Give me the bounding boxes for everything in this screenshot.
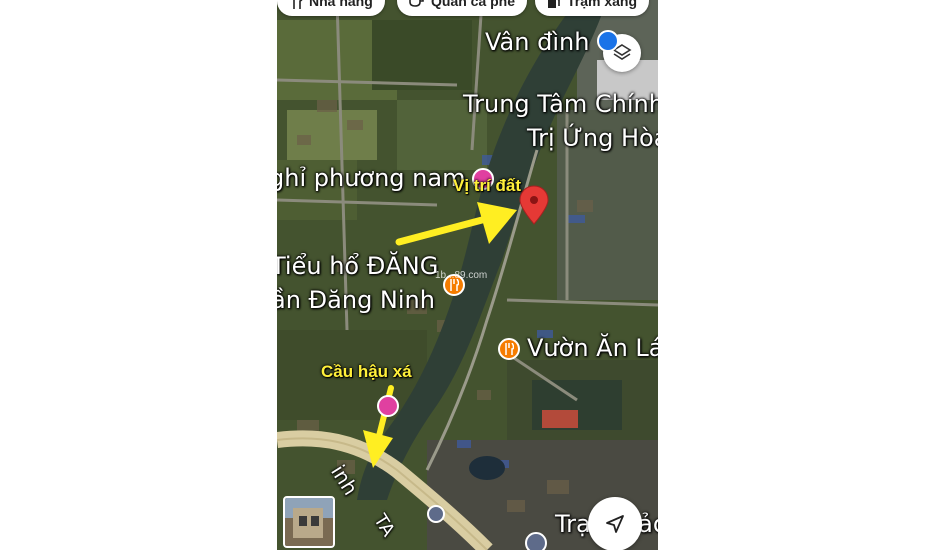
street-view-thumbnail[interactable] — [283, 496, 335, 548]
filter-chip-coffee[interactable]: Quán cà phê — [397, 0, 528, 16]
annotation-bridge: Cầu hậu xá — [321, 362, 412, 381]
watermark: 1b...89.com — [435, 270, 488, 281]
transit-icon[interactable] — [525, 532, 547, 550]
place-label-trung-tam-1[interactable]: Trung Tâm Chính — [463, 90, 658, 118]
transit-icon[interactable] — [597, 30, 619, 52]
place-label-vuon-an[interactable]: Vườn Ăn Lá — [527, 334, 658, 362]
gas-station-icon — [548, 0, 560, 8]
coffee-icon — [409, 0, 424, 7]
annotation-plot-location: Vị trí đất — [453, 176, 522, 195]
filter-chip-gas-station[interactable]: Trạm xăng — [535, 0, 650, 16]
filter-chip-label: Nhà hàng — [309, 0, 373, 9]
shop-poi-icon[interactable] — [377, 395, 399, 417]
restaurant-icon — [293, 0, 303, 9]
filter-chip-restaurant[interactable]: Nhà hàng — [277, 0, 385, 16]
navigation-arrow-icon — [606, 515, 624, 533]
place-label-dang-ninh[interactable]: ần Đăng Ninh — [277, 286, 435, 314]
navigate-button[interactable] — [588, 497, 642, 550]
filter-chip-label: Quán cà phê — [431, 0, 516, 9]
filter-chip-label: Trạm xăng — [567, 0, 638, 9]
place-label-tieu-ho[interactable]: Tiểu hổ ĐĂNG — [277, 252, 438, 280]
bus-stop-icon[interactable] — [427, 505, 445, 523]
place-label-van-dinh[interactable]: Vân đình — [485, 28, 589, 56]
restaurant-poi-icon[interactable] — [498, 338, 520, 360]
place-label-trung-tam-2[interactable]: Trị Ứng Hòa — [527, 124, 658, 152]
satellite-map[interactable]: Nhà hàng Quán cà phê Trạm xăng Vân đình … — [277, 0, 658, 550]
place-label-phuong-nam[interactable]: ghỉ phương nam — [277, 164, 465, 192]
